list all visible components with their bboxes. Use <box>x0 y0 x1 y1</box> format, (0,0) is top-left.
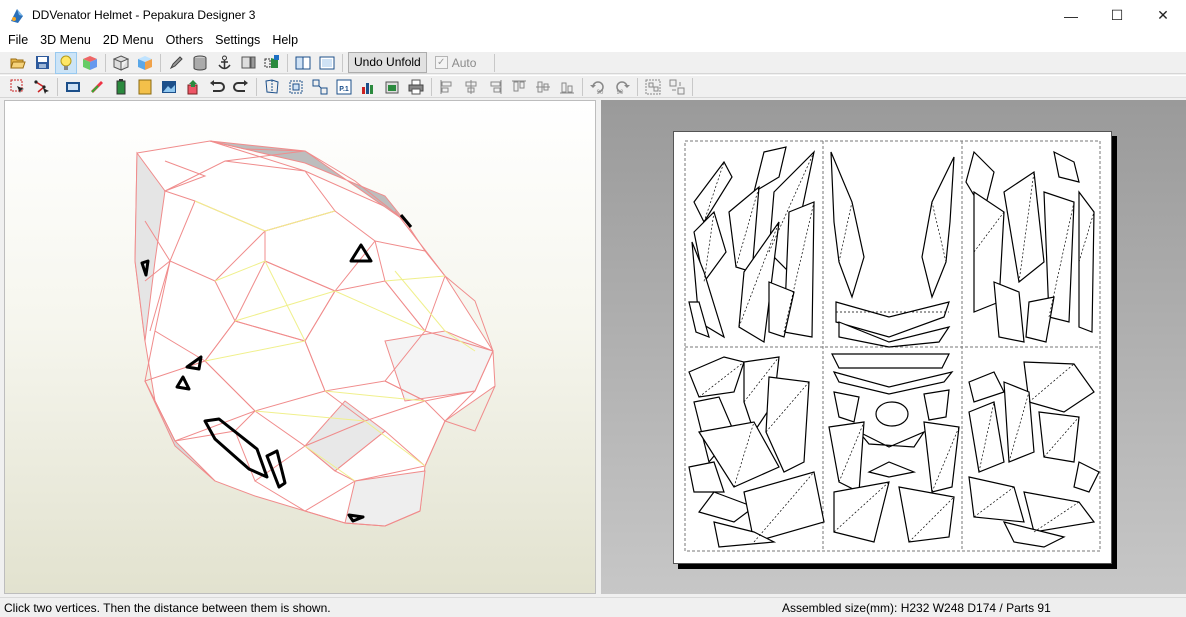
align-left-icon[interactable] <box>436 76 458 98</box>
toolbar-separator <box>342 53 343 72</box>
battery-icon[interactable] <box>110 76 132 98</box>
unfolded-parts-pattern[interactable] <box>674 132 1111 563</box>
toolbar-separator <box>287 53 288 72</box>
svg-text:90: 90 <box>617 90 624 95</box>
menu-2d[interactable]: 2D Menu <box>97 31 160 51</box>
box-arrow-icon[interactable] <box>182 76 204 98</box>
arrange-icon[interactable] <box>285 76 307 98</box>
title-bar: DDVenator Helmet - Pepakura Designer 3 —… <box>0 0 1186 31</box>
menu-file[interactable]: File <box>0 31 34 51</box>
svg-text:P.1: P.1 <box>339 86 349 93</box>
toolbar-separator <box>582 77 583 96</box>
toolbar-edit: P.1 90 90 <box>0 75 1186 98</box>
rotate-90-ccw-icon[interactable]: 90 <box>587 76 609 98</box>
ungroup-icon[interactable] <box>666 76 688 98</box>
auto-checkbox[interactable]: ✓ Auto <box>434 55 477 70</box>
2d-view[interactable] <box>601 100 1186 594</box>
anchor-icon[interactable] <box>213 52 235 74</box>
toolbar-separator <box>160 53 161 72</box>
shape-join-icon[interactable] <box>261 52 283 74</box>
toolbar-main: Undo Unfold ✓ Auto <box>0 51 1186 74</box>
toolbar-separator <box>692 77 693 96</box>
3d-view[interactable] <box>4 100 596 594</box>
edit-mark-icon[interactable] <box>86 76 108 98</box>
menu-help[interactable]: Help <box>266 31 304 51</box>
texture-cube-icon[interactable] <box>79 52 101 74</box>
auto-label: Auto <box>451 55 477 70</box>
minimize-button[interactable]: — <box>1048 0 1094 31</box>
align-top-icon[interactable] <box>508 76 530 98</box>
group-icon[interactable] <box>642 76 664 98</box>
export-icon[interactable] <box>381 76 403 98</box>
helmet-3d-model[interactable] <box>5 101 596 594</box>
cube-color-icon[interactable] <box>134 52 156 74</box>
maximize-button[interactable]: ☐ <box>1094 0 1140 31</box>
page-number-icon[interactable]: P.1 <box>333 76 355 98</box>
status-hint: Click two vertices. Then the distance be… <box>4 601 331 615</box>
svg-text:90: 90 <box>597 90 604 95</box>
checkbox-check-icon: ✓ <box>434 56 448 69</box>
menu-3d[interactable]: 3D Menu <box>34 31 97 51</box>
status-bar: Click two vertices. Then the distance be… <box>0 597 1186 617</box>
menu-bar: File 3D Menu 2D Menu Others Settings Hel… <box>0 31 1186 51</box>
toolbar-separator <box>637 77 638 96</box>
align-right-icon[interactable] <box>484 76 506 98</box>
image-icon[interactable] <box>158 76 180 98</box>
fold-parts-icon[interactable] <box>261 76 283 98</box>
cube-wire-icon[interactable] <box>110 52 132 74</box>
align-middle-icon[interactable] <box>532 76 554 98</box>
open-folder-icon[interactable] <box>7 52 29 74</box>
toolbar-separator <box>431 77 432 96</box>
undo-unfold-button[interactable]: Undo Unfold <box>348 52 427 73</box>
select-node-icon[interactable] <box>31 76 53 98</box>
pepakura-app-icon <box>11 9 23 23</box>
arrange-2-icon[interactable] <box>309 76 331 98</box>
page-split-icon[interactable] <box>237 52 259 74</box>
print-icon[interactable] <box>405 76 427 98</box>
menu-settings[interactable]: Settings <box>209 31 266 51</box>
lightbulb-icon[interactable] <box>55 51 77 74</box>
rotate-90-cw-icon[interactable]: 90 <box>611 76 633 98</box>
menu-others[interactable]: Others <box>160 31 210 51</box>
status-assembled-size: Assembled size(mm): H232 W248 D174 / Par… <box>782 601 1051 615</box>
toolbar-separator <box>256 77 257 96</box>
paper-sheet <box>673 131 1112 564</box>
window-title: DDVenator Helmet - Pepakura Designer 3 <box>32 8 256 22</box>
toolbar-separator <box>57 77 58 96</box>
toolbar-separator <box>105 53 106 72</box>
rotate-left-icon[interactable] <box>206 76 228 98</box>
dual-panel-icon[interactable] <box>316 52 338 74</box>
pencil-icon[interactable] <box>165 52 187 74</box>
align-center-icon[interactable] <box>460 76 482 98</box>
select-rect-icon[interactable] <box>7 76 29 98</box>
statistics-icon[interactable] <box>357 76 379 98</box>
film-icon[interactable] <box>62 76 84 98</box>
save-disk-icon[interactable] <box>31 52 53 74</box>
single-panel-icon[interactable] <box>292 52 314 74</box>
toolbar-separator <box>494 53 496 72</box>
rotate-right-icon[interactable] <box>230 76 252 98</box>
paper-icon[interactable] <box>134 76 156 98</box>
close-button[interactable]: ✕ <box>1140 0 1186 31</box>
align-bottom-icon[interactable] <box>556 76 578 98</box>
cylinder-icon[interactable] <box>189 52 211 74</box>
